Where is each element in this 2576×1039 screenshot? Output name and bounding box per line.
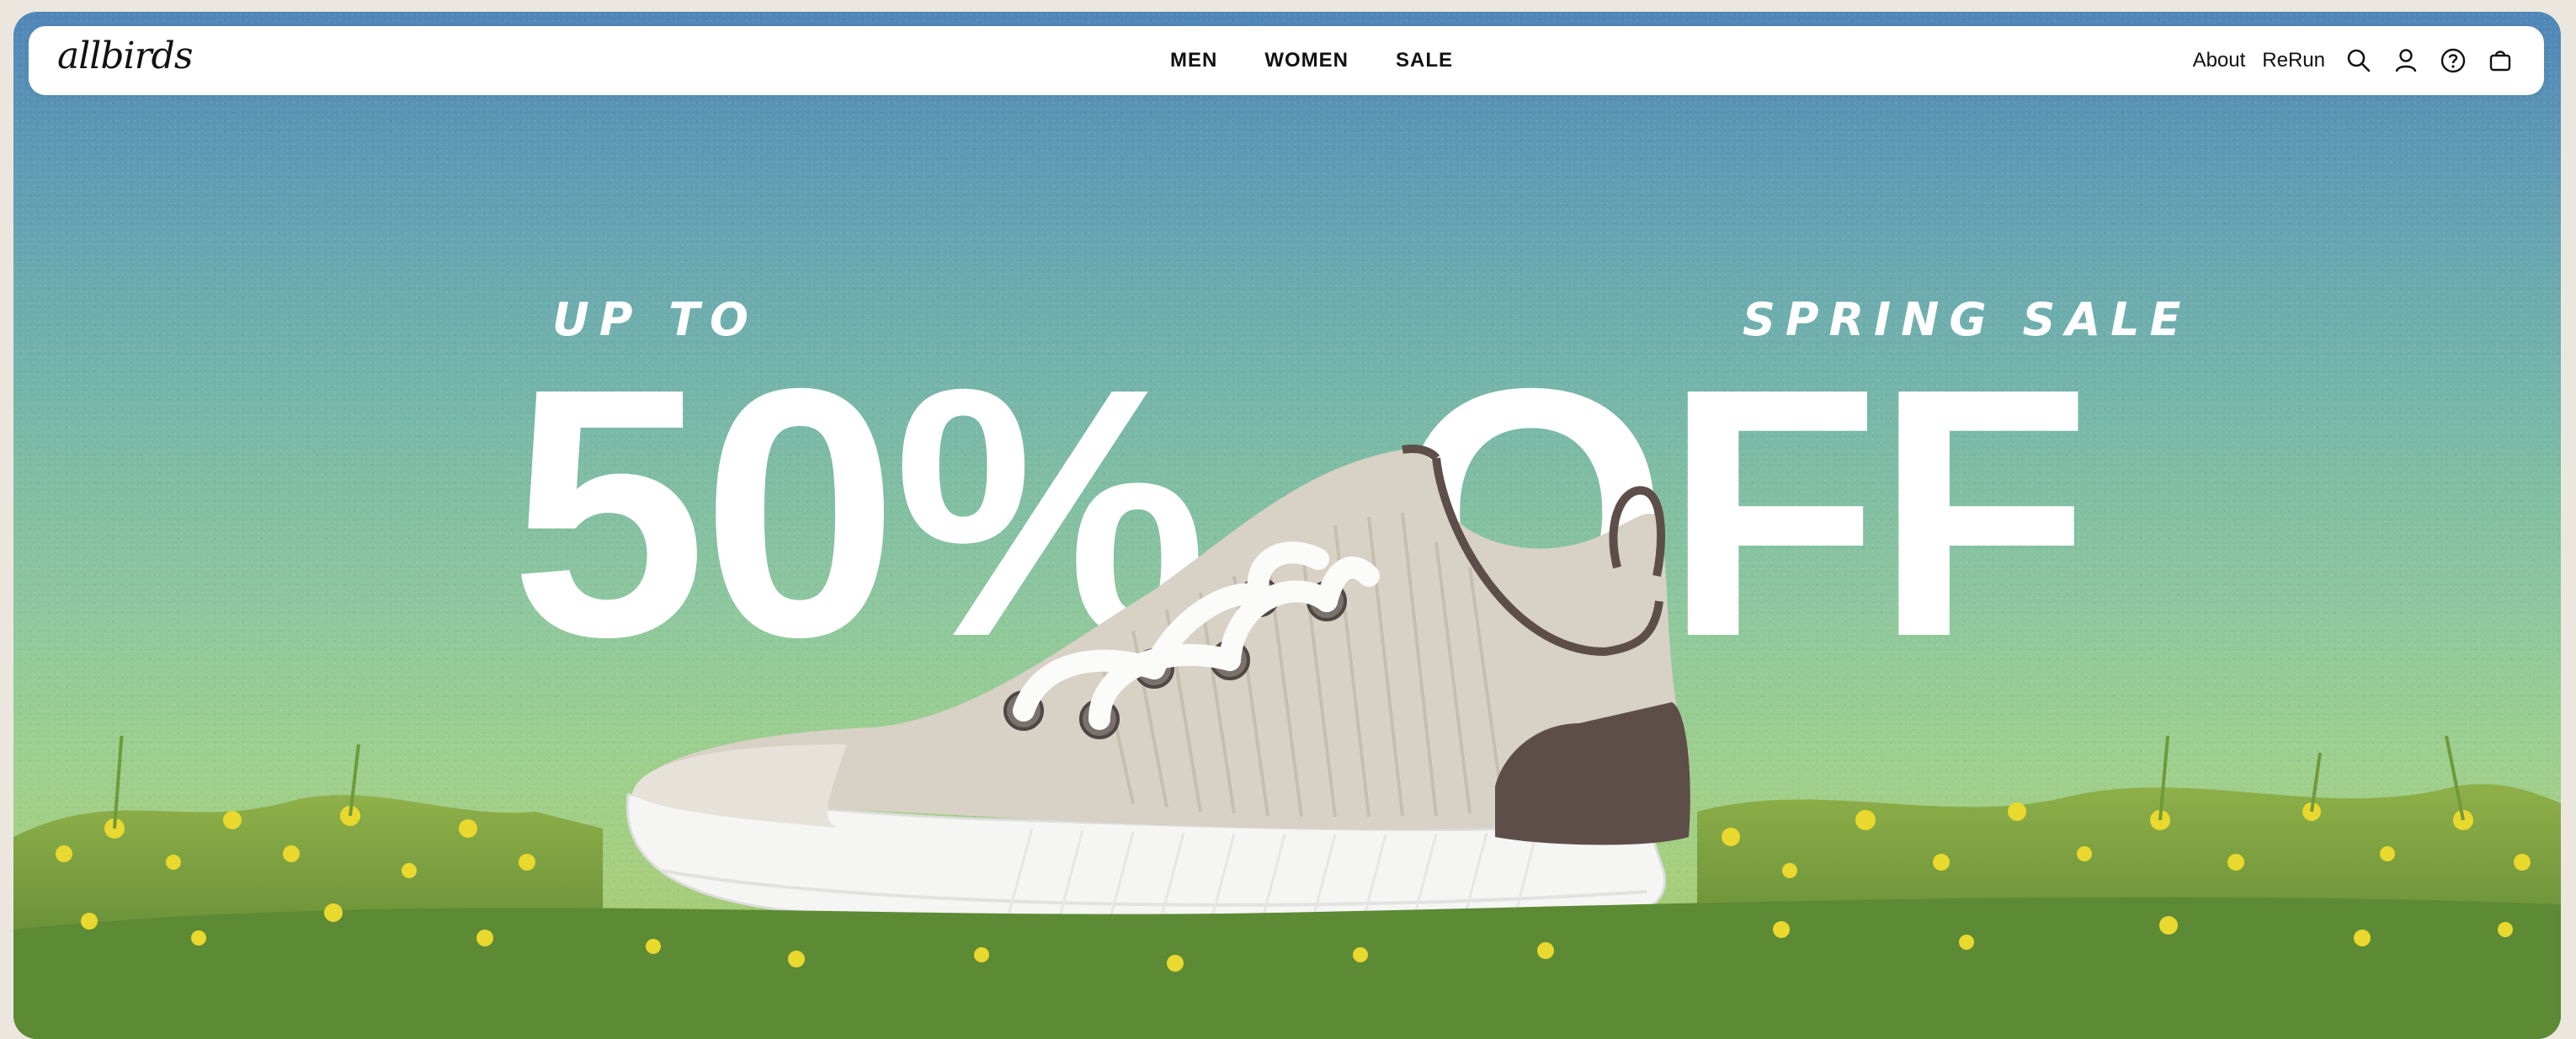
nav-link-sale[interactable]: SALE	[1396, 49, 1453, 72]
cart-icon[interactable]	[2487, 47, 2514, 74]
hero-grass-foreground	[13, 736, 2561, 1039]
primary-nav: MEN WOMEN SALE	[1170, 26, 1500, 95]
nav-link-rerun[interactable]: ReRun	[2262, 49, 2325, 72]
hero-frame: UP TO SPRING SALE 50% OFF allbirds MEN W…	[13, 12, 2561, 1039]
top-nav-bar: allbirds MEN WOMEN SALE About ReRun	[29, 26, 2544, 95]
search-icon[interactable]	[2345, 47, 2372, 74]
hero-banner[interactable]: UP TO SPRING SALE 50% OFF	[13, 12, 2561, 1039]
help-icon[interactable]	[2440, 47, 2467, 74]
nav-link-men[interactable]: MEN	[1170, 49, 1217, 72]
nav-link-about[interactable]: About	[2193, 49, 2246, 72]
brand-logo[interactable]: allbirds	[57, 35, 193, 77]
nav-link-women[interactable]: WOMEN	[1264, 49, 1349, 72]
account-icon[interactable]	[2392, 47, 2419, 74]
secondary-nav: About ReRun	[2176, 26, 2514, 95]
